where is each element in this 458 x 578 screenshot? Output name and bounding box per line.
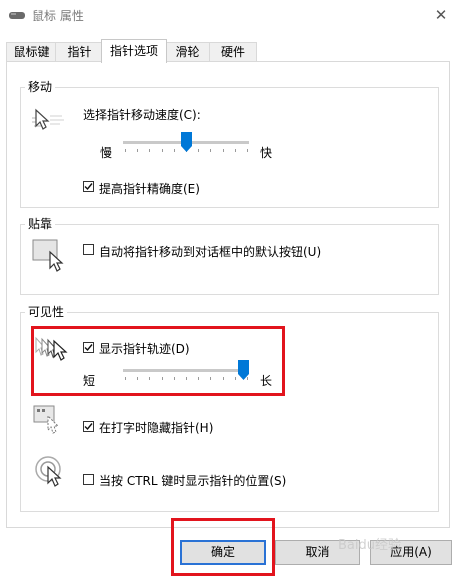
tab-wheel[interactable]: 滑轮	[164, 42, 211, 62]
snap-checkbox[interactable]	[83, 244, 94, 255]
tab-hardware[interactable]: 硬件	[209, 42, 257, 62]
slider-tick	[223, 149, 224, 152]
speed-slider-thumb[interactable]	[181, 132, 192, 152]
window-title: 鼠标 属性	[32, 9, 84, 23]
hide-checkbox[interactable]	[83, 421, 94, 432]
slider-tick	[198, 149, 199, 152]
tab-pointer-options[interactable]: 指针选项	[101, 39, 167, 63]
slider-tick	[149, 377, 150, 380]
ok-button[interactable]: 确定	[180, 540, 266, 565]
slider-tick	[125, 149, 126, 152]
ctrl-location-checkbox[interactable]	[83, 474, 94, 485]
slider-tick	[149, 149, 150, 152]
checkmark-icon	[84, 344, 93, 352]
snap-group-label: 贴靠	[25, 215, 56, 232]
mouse-icon	[8, 9, 26, 21]
tab-pointers[interactable]: 指针	[55, 42, 104, 62]
slow-label: 慢	[100, 146, 113, 160]
pointer-speed-icon	[32, 106, 66, 132]
slider-tick	[247, 149, 248, 152]
slider-tick	[223, 377, 224, 380]
ctrl-location-label: 当按 CTRL 键时显示指针的位置(S)	[99, 474, 287, 488]
slider-tick	[235, 377, 236, 380]
hide-label: 在打字时隐藏指针(H)	[99, 421, 214, 435]
trails-slider-track	[123, 369, 249, 372]
pointer-location-icon	[34, 455, 68, 489]
slider-tick	[235, 149, 236, 152]
precision-checkbox[interactable]	[83, 181, 94, 192]
pointer-trails-icon	[34, 335, 68, 363]
slider-tick	[210, 149, 211, 152]
slider-tick	[174, 377, 175, 380]
slider-tick	[125, 377, 126, 380]
fast-label: 快	[260, 146, 273, 160]
title-bar: 鼠标 属性 ✕	[0, 0, 458, 30]
watermark: Baidu经验	[338, 538, 401, 553]
hide-pointer-icon	[32, 404, 66, 434]
close-button[interactable]: ✕	[430, 4, 452, 26]
tab-mouse-buttons[interactable]: 鼠标键	[6, 42, 57, 62]
trails-checkbox[interactable]	[83, 342, 94, 353]
slider-tick	[137, 149, 138, 152]
slider-tick	[162, 377, 163, 380]
close-icon: ✕	[434, 6, 448, 24]
checkmark-icon	[84, 423, 93, 431]
short-label: 短	[83, 374, 96, 388]
speed-slider[interactable]	[123, 132, 249, 160]
snap-to-icon	[32, 238, 66, 272]
trails-label: 显示指针轨迹(D)	[99, 342, 190, 356]
slider-tick	[210, 377, 211, 380]
trails-slider[interactable]	[123, 360, 249, 388]
speed-label: 选择指针移动速度(C):	[83, 108, 201, 122]
visibility-group-label: 可见性	[25, 303, 68, 320]
slider-tick	[137, 377, 138, 380]
checkmark-icon	[84, 183, 93, 191]
slider-tick	[186, 377, 187, 380]
precision-label: 提高指针精确度(E)	[99, 182, 200, 196]
slider-tick	[198, 377, 199, 380]
slider-tick	[162, 149, 163, 152]
snap-label: 自动将指针移动到对话框中的默认按钮(U)	[99, 245, 322, 259]
motion-group-label: 移动	[25, 78, 56, 95]
long-label: 长	[260, 374, 273, 388]
trails-slider-thumb[interactable]	[238, 360, 249, 380]
slider-tick	[174, 149, 175, 152]
